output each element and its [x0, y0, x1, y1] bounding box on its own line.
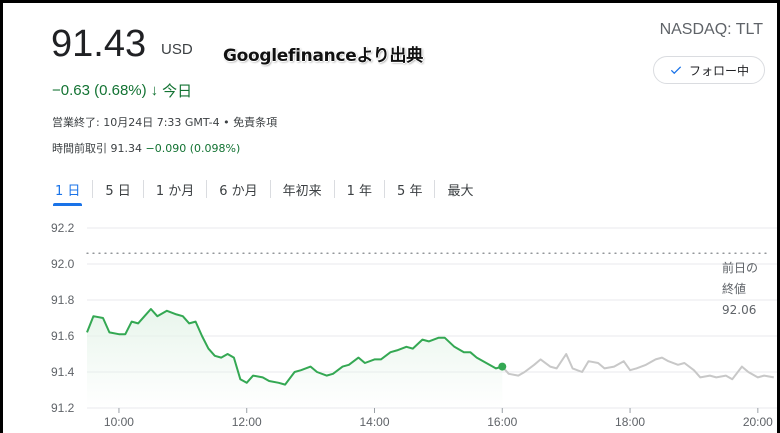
y-tick-label: 91.8 — [51, 293, 75, 307]
y-tick-label: 92.2 — [51, 221, 75, 235]
after-hours-line — [501, 353, 774, 381]
tab-ytd[interactable]: 年初来 — [271, 177, 334, 201]
premarket-line: 時間前取引 91.34 −0.090 (0.098%) — [52, 140, 240, 156]
currency-label: USD — [161, 41, 193, 58]
finance-widget: 91.43 USD Googlefinanceより出典 NASDAQ: TLT … — [3, 3, 777, 433]
price-change: −0.63 (0.68%) ↓ 今日 — [52, 80, 192, 101]
premarket-price: 91.34 — [110, 142, 143, 155]
previous-close-value: 92.06 — [722, 303, 757, 317]
y-tick-label: 91.6 — [51, 329, 75, 343]
change-value: −0.63 (0.68%) — [52, 82, 147, 99]
previous-close-label: 前日の 終値 92.06 — [722, 258, 758, 321]
x-tick-label: 12:00 — [232, 415, 262, 429]
follow-button-label: フォロー中 — [688, 63, 749, 78]
y-tick-label: 91.4 — [51, 365, 75, 379]
x-tick-label: 16:00 — [487, 415, 517, 429]
tab-1-year[interactable]: 1 年 — [335, 177, 384, 201]
premarket-label: 時間前取引 — [52, 142, 107, 155]
tab-6-month[interactable]: 6 か月 — [207, 177, 269, 201]
tab-max[interactable]: 最大 — [435, 177, 485, 201]
tab-5-year[interactable]: 5 年 — [385, 177, 434, 201]
source-watermark: Googlefinanceより出典 — [223, 46, 423, 66]
range-tabs: 1 日 5 日 1 か月 6 か月 年初来 1 年 5 年 最大 — [43, 175, 485, 206]
follow-button[interactable]: フォロー中 — [653, 56, 765, 84]
price-chart[interactable]: 92.2 92.0 91.8 91.6 91.4 91.2 10:00 12:00 14:00 1… — [3, 208, 777, 433]
tab-5-day[interactable]: 5 日 — [93, 177, 142, 201]
x-tick-label: 20:00 — [743, 415, 773, 429]
previous-close-label-line1: 前日の — [722, 261, 759, 275]
y-tick-label: 91.2 — [51, 401, 75, 415]
change-period: 今日 — [162, 83, 193, 100]
x-tick-label: 14:00 — [359, 415, 389, 429]
regular-session-area — [87, 309, 503, 408]
market-status-line: 営業終了: 10月24日 7:33 GMT-4 • 免責条項 — [52, 116, 278, 129]
ticker-symbol: NASDAQ: TLT — [659, 21, 763, 38]
x-tick-label: 18:00 — [615, 415, 645, 429]
tab-1-month[interactable]: 1 か月 — [144, 177, 206, 201]
price-chart-svg: 92.2 92.0 91.8 91.6 91.4 91.2 10:00 12:00 14:00 1… — [51, 221, 777, 429]
down-arrow-icon: ↓ — [150, 82, 159, 99]
premarket-change: −0.090 (0.098%) — [145, 142, 241, 155]
previous-close-label-line2: 終値 — [722, 282, 747, 296]
tab-1-day[interactable]: 1 日 — [43, 177, 92, 206]
current-price: 91.43 — [51, 23, 147, 65]
check-icon — [670, 66, 682, 75]
close-marker — [498, 362, 507, 371]
y-tick-label: 92.0 — [51, 257, 75, 271]
x-tick-label: 10:00 — [104, 415, 134, 429]
